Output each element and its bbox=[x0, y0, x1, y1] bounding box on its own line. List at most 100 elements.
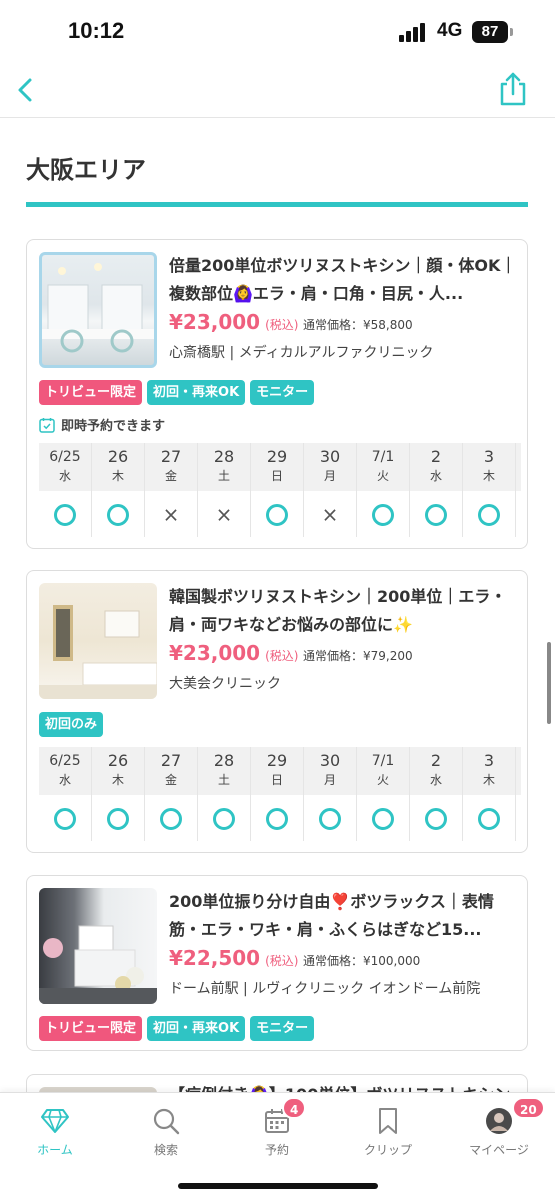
day-date: 7/1 bbox=[371, 449, 395, 465]
availability-cell[interactable]: × bbox=[304, 491, 356, 537]
back-button[interactable] bbox=[14, 72, 40, 108]
calendar-day[interactable]: 7/1 火 bbox=[357, 443, 410, 537]
status-bar: 10:12 4G 87 bbox=[0, 0, 555, 64]
availability-cell[interactable] bbox=[463, 795, 515, 841]
day-date: 2 bbox=[430, 751, 442, 770]
availability-cell[interactable] bbox=[410, 795, 462, 841]
day-weekday: 土 bbox=[217, 469, 230, 483]
tax-label: (税込) bbox=[265, 649, 299, 663]
treatment-card[interactable]: 200単位振り分け自由❣️ボツラックス｜表情筋・エラ・ワキ・肩・ふくらはぎなど1… bbox=[26, 875, 528, 1051]
available-icon bbox=[266, 503, 288, 526]
section-underline bbox=[26, 202, 528, 207]
calendar-day[interactable]: 6/25 水 bbox=[39, 443, 92, 537]
day-date: 27 bbox=[160, 751, 182, 770]
instant-booking: 即時予約できます bbox=[39, 415, 165, 434]
tab-search[interactable]: 検索 bbox=[121, 1105, 211, 1158]
day-header: 29 日 bbox=[251, 443, 303, 491]
clinic-name[interactable]: ドーム前駅 | ルヴィクリニック イオンドーム前院 bbox=[169, 978, 480, 998]
availability-cell[interactable]: × bbox=[145, 491, 197, 537]
day-date: 30 bbox=[319, 751, 341, 770]
calendar-day[interactable]: 2水 bbox=[410, 443, 463, 537]
card-title[interactable]: 倍量200単位ボツリヌストキシン｜顔・体OK｜複数部位🙆‍♀️エラ・肩・口角・目… bbox=[169, 252, 517, 308]
tab-label: 検索 bbox=[153, 1143, 178, 1157]
day-header: 27 金 bbox=[145, 443, 197, 491]
battery-icon: 87 bbox=[472, 21, 508, 43]
availability-cell[interactable] bbox=[357, 795, 409, 841]
tab-home[interactable]: ホーム bbox=[10, 1105, 100, 1158]
calendar-day[interactable]: 2水 bbox=[410, 747, 463, 841]
day-date: 3 bbox=[483, 447, 495, 466]
share-icon bbox=[500, 72, 526, 106]
bookmark-icon bbox=[343, 1105, 433, 1137]
calendar-day[interactable]: 27 金 × bbox=[145, 443, 198, 537]
availability-cell[interactable] bbox=[92, 795, 144, 841]
day-weekday: 金 bbox=[164, 773, 177, 787]
tag-badge: トリビュー限定 bbox=[39, 380, 143, 405]
availability-cell[interactable] bbox=[251, 795, 303, 841]
card-title[interactable]: 200単位振り分け自由❣️ボツラックス｜表情筋・エラ・ワキ・肩・ふくらはぎなど1… bbox=[169, 888, 517, 944]
calendar-day[interactable]: 30 月 bbox=[304, 747, 357, 841]
day-header: 7/1 火 bbox=[357, 747, 409, 795]
treatment-card[interactable]: 韓国製ボツリヌストキシン｜200単位｜エラ・肩・両ワキなどお悩みの部位に✨ ¥2… bbox=[26, 570, 528, 853]
available-icon bbox=[54, 807, 76, 830]
price-value: ¥22,500 bbox=[169, 946, 261, 970]
day-header: 30 月 bbox=[304, 443, 356, 491]
tag-list: トリビュー限定 初回・再来OK モニター bbox=[39, 380, 315, 405]
clinic-name[interactable]: 大美会クリニック bbox=[169, 673, 281, 693]
day-header: 27 金 bbox=[145, 747, 197, 795]
treatment-card[interactable]: 倍量200単位ボツリヌストキシン｜顔・体OK｜複数部位🙆‍♀️エラ・肩・口角・目… bbox=[26, 239, 528, 549]
calendar-day[interactable]: 3木 bbox=[463, 747, 516, 841]
calendar-day[interactable]: 7/1 火 bbox=[357, 747, 410, 841]
available-icon bbox=[266, 807, 288, 830]
availability-cell[interactable] bbox=[39, 491, 91, 537]
availability-cell[interactable] bbox=[92, 491, 144, 537]
calendar-day[interactable]: 29 日 bbox=[251, 747, 304, 841]
day-date: 26 bbox=[107, 751, 129, 770]
day-header: 3木 bbox=[463, 443, 515, 491]
chevron-left-icon bbox=[18, 78, 32, 102]
availability-cell[interactable] bbox=[198, 795, 250, 841]
tab-mypage[interactable]: 20 マイページ bbox=[454, 1097, 545, 1158]
available-icon bbox=[478, 503, 500, 526]
availability-cell[interactable] bbox=[145, 795, 197, 841]
diamond-icon bbox=[10, 1105, 100, 1137]
availability-cell[interactable] bbox=[304, 795, 356, 841]
calendar-day[interactable]: 26 木 bbox=[92, 443, 145, 537]
availability-cell[interactable] bbox=[39, 795, 91, 841]
available-icon bbox=[107, 503, 129, 526]
scrollbar[interactable] bbox=[547, 642, 551, 724]
availability-cell[interactable] bbox=[410, 491, 462, 537]
availability-cell[interactable]: × bbox=[198, 491, 250, 537]
calendar-day[interactable]: 30 月 × bbox=[304, 443, 357, 537]
day-weekday: 土 bbox=[217, 773, 230, 787]
clinic-name[interactable]: 心斎橋駅 | メディカルアルファクリニック bbox=[169, 342, 434, 362]
calendar-day[interactable]: 28 土 × bbox=[198, 443, 251, 537]
normal-price: 通常価格：¥58,800 bbox=[303, 318, 413, 332]
day-weekday: 木 bbox=[482, 773, 495, 787]
tab-clip[interactable]: クリップ bbox=[343, 1105, 433, 1158]
card-title[interactable]: 韓国製ボツリヌストキシン｜200単位｜エラ・肩・両ワキなどお悩みの部位に✨ bbox=[169, 583, 517, 639]
network-type: 4G bbox=[437, 20, 463, 41]
day-weekday: 木 bbox=[111, 773, 124, 787]
day-header: 7/1 火 bbox=[357, 443, 409, 491]
availability-cell[interactable] bbox=[357, 491, 409, 537]
notification-badge: 20 bbox=[512, 1097, 545, 1119]
calendar-day[interactable]: 6/25 水 bbox=[39, 747, 92, 841]
tab-reservation[interactable]: 4 予約 bbox=[232, 1097, 322, 1158]
share-button[interactable] bbox=[499, 70, 527, 106]
availability-calendar: 6/25 水 26 木 27 金 28 土 29 日 30 月 7/1 火 2 水 3 木 bbox=[39, 747, 521, 841]
calendar-day[interactable]: 26 木 bbox=[92, 747, 145, 841]
availability-cell[interactable] bbox=[251, 491, 303, 537]
calendar-day[interactable]: 3木 bbox=[463, 443, 516, 537]
notification-badge: 4 bbox=[282, 1097, 307, 1119]
calendar-day[interactable]: 28 土 bbox=[198, 747, 251, 841]
availability-cell[interactable] bbox=[463, 491, 515, 537]
calendar-day[interactable]: 27 金 bbox=[145, 747, 198, 841]
day-header: 29 日 bbox=[251, 747, 303, 795]
home-indicator bbox=[178, 1183, 378, 1189]
day-weekday: 水 bbox=[58, 773, 71, 787]
clinic-photo bbox=[39, 252, 157, 368]
calendar-day[interactable]: 29 日 bbox=[251, 443, 304, 537]
day-weekday: 火 bbox=[376, 469, 389, 483]
available-icon bbox=[372, 807, 394, 830]
